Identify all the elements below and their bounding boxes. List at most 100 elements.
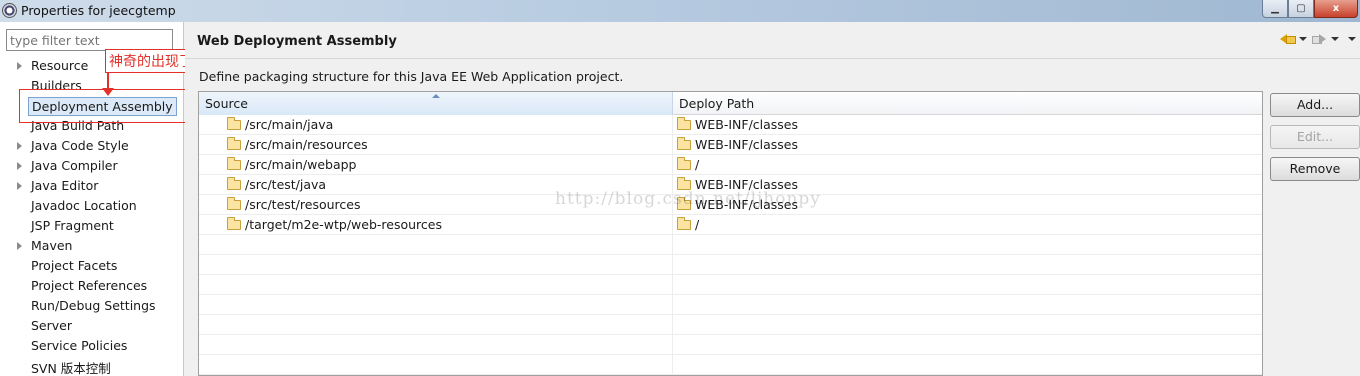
empty-row [199, 235, 1262, 255]
deploy-path: WEB-INF/classes [695, 117, 799, 132]
source-cell: /src/main/java [227, 116, 334, 132]
edit-button-label: Edit... [1296, 129, 1334, 144]
folder-icon [677, 176, 691, 190]
filter-input[interactable] [6, 29, 173, 51]
source-path: /target/m2e-wtp/web-resources [245, 217, 442, 232]
window-titlebar: Properties for jeecgtemp ▁ ▢ x [0, 0, 1360, 22]
maximize-button[interactable]: ▢ [1288, 0, 1314, 18]
tree-item-label: Service Policies [31, 338, 128, 353]
column-header-label: Deploy Path [679, 96, 755, 111]
expand-arrow-icon[interactable] [17, 162, 22, 170]
add-button-label: Add... [1296, 97, 1334, 112]
annotation-arrowhead [102, 88, 114, 96]
source-cell: /src/main/resources [227, 136, 368, 152]
maximize-icon: ▢ [1296, 3, 1306, 14]
source-path: /src/main/webapp [245, 157, 357, 172]
tree-item-label: SVN 版本控制 [31, 361, 111, 376]
page-description: Define packaging structure for this Java… [199, 69, 624, 84]
tree-item-run-debug-settings[interactable]: Run/Debug Settings [0, 296, 184, 316]
back-dropdown-icon[interactable] [1299, 37, 1307, 41]
tree-item-javadoc-location[interactable]: Javadoc Location [0, 196, 184, 216]
expand-arrow-icon[interactable] [17, 142, 22, 150]
tree-item-label: Java Code Style [31, 138, 129, 153]
source-path: /src/main/resources [245, 137, 368, 152]
table-row[interactable]: /target/m2e-wtp/web-resources / [199, 215, 1262, 235]
tree-item-svn[interactable]: SVN 版本控制 [0, 356, 184, 376]
tree-item-label: Java Compiler [31, 158, 118, 173]
tree-item-java-compiler[interactable]: Java Compiler [0, 156, 184, 176]
empty-row [199, 295, 1262, 315]
tree-item-service-policies[interactable]: Service Policies [0, 336, 184, 356]
expand-arrow-icon[interactable] [17, 242, 22, 250]
source-path: /src/main/java [245, 117, 334, 132]
folder-icon [677, 216, 691, 230]
tree-item-label: Project References [31, 278, 148, 293]
folder-icon [227, 176, 241, 190]
source-cell: /target/m2e-wtp/web-resources [227, 216, 442, 232]
tree-item-project-references[interactable]: Project References [0, 276, 184, 296]
folder-icon [677, 156, 691, 170]
source-path: /src/test/java [245, 177, 327, 192]
table-row[interactable]: /src/main/java WEB-INF/classes [199, 115, 1262, 135]
deploy-path: / [695, 217, 700, 232]
tree-item-project-facets[interactable]: Project Facets [0, 256, 184, 276]
tree-item-server[interactable]: Server [0, 316, 184, 336]
deploy-path: WEB-INF/classes [695, 137, 799, 152]
source-cell: /src/test/java [227, 176, 327, 192]
empty-row [199, 255, 1262, 275]
table-row[interactable]: /src/main/webapp / [199, 155, 1262, 175]
column-header-source[interactable]: Source [199, 92, 673, 115]
watermark: http://blog.csdn.net/ljhonpy [555, 189, 821, 209]
source-cell: /src/main/webapp [227, 156, 357, 172]
source-cell: /src/test/resources [227, 196, 361, 212]
folder-icon [227, 216, 241, 230]
forward-dropdown-icon[interactable] [1331, 37, 1339, 41]
sort-ascending-icon [432, 94, 440, 98]
back-arrow-icon[interactable] [1280, 33, 1296, 45]
tree-item-label: Javadoc Location [31, 198, 137, 213]
annotation-label: 神奇的出现了 [105, 49, 197, 73]
page-navigation [1275, 33, 1356, 45]
window-title: Properties for jeecgtemp [21, 3, 176, 18]
table-header: Source Deploy Path [199, 92, 1262, 115]
minimize-icon: ▁ [1271, 3, 1279, 14]
column-header-deploy-path[interactable]: Deploy Path [673, 92, 1262, 115]
expand-arrow-icon[interactable] [17, 62, 22, 70]
column-header-label: Source [205, 96, 248, 111]
folder-icon [227, 136, 241, 150]
forward-arrow-icon[interactable] [1312, 33, 1326, 45]
tree-item-label: JSP Fragment [31, 218, 114, 233]
tree-item-jsp-fragment[interactable]: JSP Fragment [0, 216, 184, 236]
minimize-button[interactable]: ▁ [1262, 0, 1288, 18]
folder-icon [677, 136, 691, 150]
deploy-cell: / [677, 156, 699, 172]
eclipse-app-icon [2, 3, 17, 18]
folder-icon [227, 116, 241, 130]
tree-item-java-code-style[interactable]: Java Code Style [0, 136, 184, 156]
empty-row [199, 355, 1262, 375]
category-panel: Resource Builders Deployment Assembly Ja… [0, 22, 184, 376]
tree-item-label: Run/Debug Settings [31, 298, 156, 313]
deploy-cell: WEB-INF/classes [677, 116, 799, 132]
deploy-cell: WEB-INF/classes [677, 136, 799, 152]
close-button[interactable]: x [1314, 0, 1358, 18]
remove-button[interactable]: Remove [1270, 157, 1360, 181]
table-row[interactable]: /src/main/resources WEB-INF/classes [199, 135, 1262, 155]
deploy-cell: / [677, 216, 700, 232]
empty-row [199, 335, 1262, 355]
source-path: /src/test/resources [245, 197, 361, 212]
folder-icon [227, 196, 241, 210]
empty-row [199, 275, 1262, 295]
folder-icon [677, 116, 691, 130]
folder-icon [227, 156, 241, 170]
expand-arrow-icon[interactable] [17, 182, 22, 190]
window-controls: ▁ ▢ x [1262, 0, 1358, 18]
title-separator [185, 58, 1360, 59]
tree-item-maven[interactable]: Maven [0, 236, 184, 256]
tree-item-java-editor[interactable]: Java Editor [0, 176, 184, 196]
tree-item-label: Resource [31, 58, 89, 73]
view-menu-icon[interactable] [1348, 37, 1356, 41]
edit-button[interactable]: Edit... [1270, 125, 1360, 149]
deployment-table: Source Deploy Path /src/main/java WEB-IN… [198, 91, 1263, 376]
add-button[interactable]: Add... [1270, 93, 1360, 117]
